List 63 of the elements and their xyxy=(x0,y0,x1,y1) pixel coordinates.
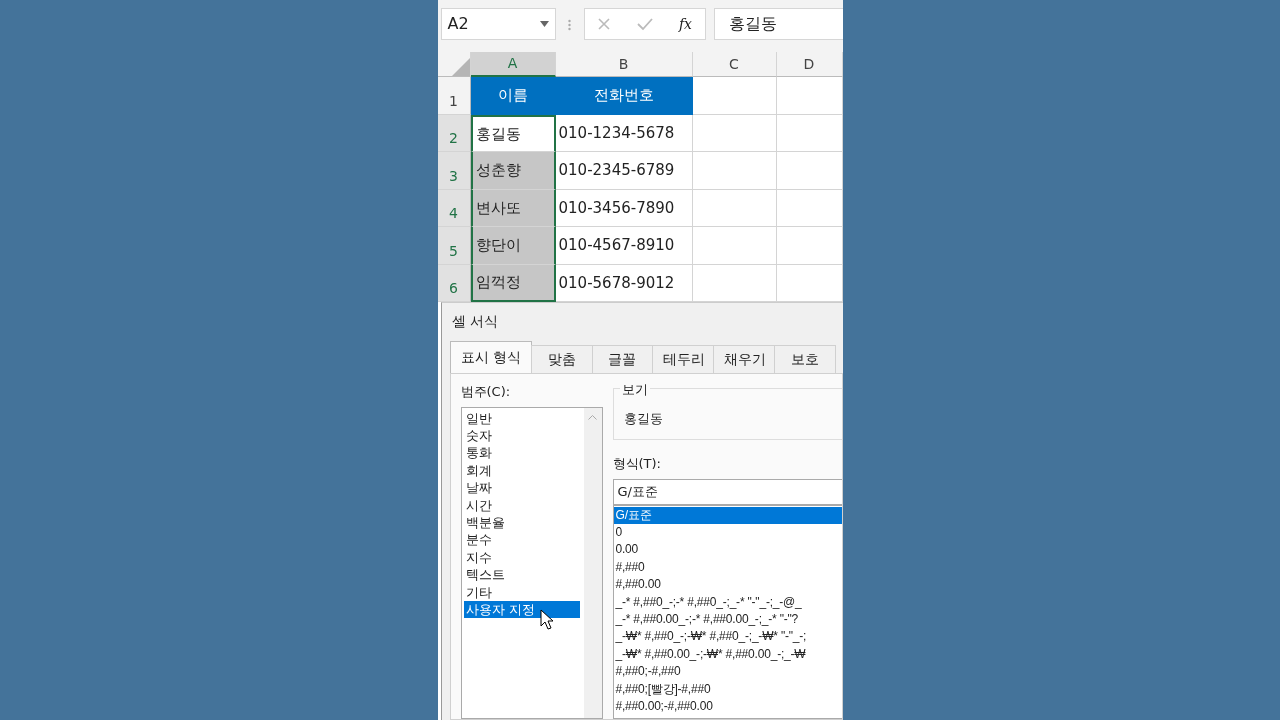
format-input[interactable]: G/표준 xyxy=(612,478,842,505)
category-label: 범주(C): xyxy=(460,383,512,401)
column-header[interactable]: A xyxy=(470,52,556,77)
format-item[interactable]: 0 xyxy=(613,523,842,542)
table-cell: 010-3456-7890 xyxy=(555,189,693,227)
tab[interactable]: 맞춤 xyxy=(531,345,593,373)
category-item[interactable]: 분수 xyxy=(463,531,580,549)
table-cell: 010-1234-5678 xyxy=(555,114,693,152)
format-item[interactable]: 0.00 xyxy=(613,541,842,559)
category-item[interactable]: 숫자 xyxy=(463,426,580,445)
category-item[interactable]: 시간 xyxy=(463,496,580,514)
column-header[interactable]: C xyxy=(692,52,777,77)
format-item[interactable]: _-* #,##0.00_-;-* #,##0.00_-;_-* "-"? xyxy=(613,610,842,629)
column-header[interactable]: B xyxy=(555,52,693,77)
tab[interactable]: 보호 xyxy=(774,345,836,373)
scroll-up-icon[interactable] xyxy=(588,413,597,420)
header-cell: 전화번호 xyxy=(555,77,693,115)
table-cell: 010-2345-6789 xyxy=(555,152,693,190)
formula-input[interactable]: 홍길동 xyxy=(713,8,843,40)
insert-function-button[interactable]: fx xyxy=(678,13,692,35)
cell-reference: A2 xyxy=(447,13,469,35)
dialog-title: 셀 서식 xyxy=(450,312,499,331)
format-item[interactable]: G/표준 xyxy=(613,506,842,524)
table-cell: 변사또 xyxy=(470,189,556,227)
format-item[interactable]: _-* #,##0_-;-* #,##0_-;_-* "-"_-;_-@_ xyxy=(613,593,842,611)
format-label: 형식(T): xyxy=(612,455,662,473)
row-header[interactable]: 2 xyxy=(437,114,471,152)
format-item[interactable]: _-₩* #,##0.00_-;-₩* #,##0.00_-;_-₩ xyxy=(613,645,842,664)
category-item[interactable]: 기타 xyxy=(463,583,580,601)
header-cell: 이름 xyxy=(470,77,556,115)
category-item[interactable]: 지수 xyxy=(463,548,580,567)
name-box[interactable]: A2 xyxy=(440,8,556,40)
cancel-icon[interactable] xyxy=(597,17,611,31)
format-item[interactable]: #,##0.00 xyxy=(613,576,842,594)
format-item[interactable]: #,##0;[빨강]-#,##0 xyxy=(613,680,842,698)
select-all-corner[interactable] xyxy=(437,52,471,77)
table-cell: 010-4567-8910 xyxy=(555,227,693,265)
check-icon[interactable] xyxy=(635,17,654,31)
format-item[interactable]: _-₩* #,##0_-;-₩* #,##0_-;_-₩* "-"_-; xyxy=(613,628,842,646)
table-cell: 향단이 xyxy=(470,227,556,265)
table-cell: 홍길동 xyxy=(470,114,556,152)
tab[interactable]: 표시 형식 xyxy=(449,341,533,373)
category-item[interactable]: 텍스트 xyxy=(463,566,580,584)
cursor-icon xyxy=(539,608,554,631)
preview-value: 홍길동 xyxy=(623,411,663,426)
scrollbar[interactable] xyxy=(583,407,602,718)
row-header[interactable]: 1 xyxy=(437,77,471,115)
category-item[interactable]: 회계 xyxy=(463,461,580,480)
format-item[interactable]: #,##0 xyxy=(613,558,842,577)
column-header[interactable]: D xyxy=(776,52,843,77)
category-item[interactable]: 백분율 xyxy=(463,513,580,532)
category-item[interactable]: 날짜 xyxy=(463,479,580,497)
row-header[interactable]: 6 xyxy=(437,264,471,302)
format-item[interactable]: #,##0;-#,##0 xyxy=(613,663,842,681)
row-header[interactable]: 3 xyxy=(437,152,471,190)
caret-icon[interactable] xyxy=(539,21,549,27)
format-item[interactable]: #,##0.00;-#,##0.00 xyxy=(613,697,842,716)
category-item[interactable]: 일반 xyxy=(463,409,580,427)
table-cell: 임꺽정 xyxy=(470,264,556,302)
table-cell: 성춘향 xyxy=(470,152,556,190)
row-header[interactable]: 4 xyxy=(437,189,471,227)
row-header[interactable]: 5 xyxy=(437,227,471,265)
category-item[interactable]: 통화 xyxy=(463,444,580,462)
